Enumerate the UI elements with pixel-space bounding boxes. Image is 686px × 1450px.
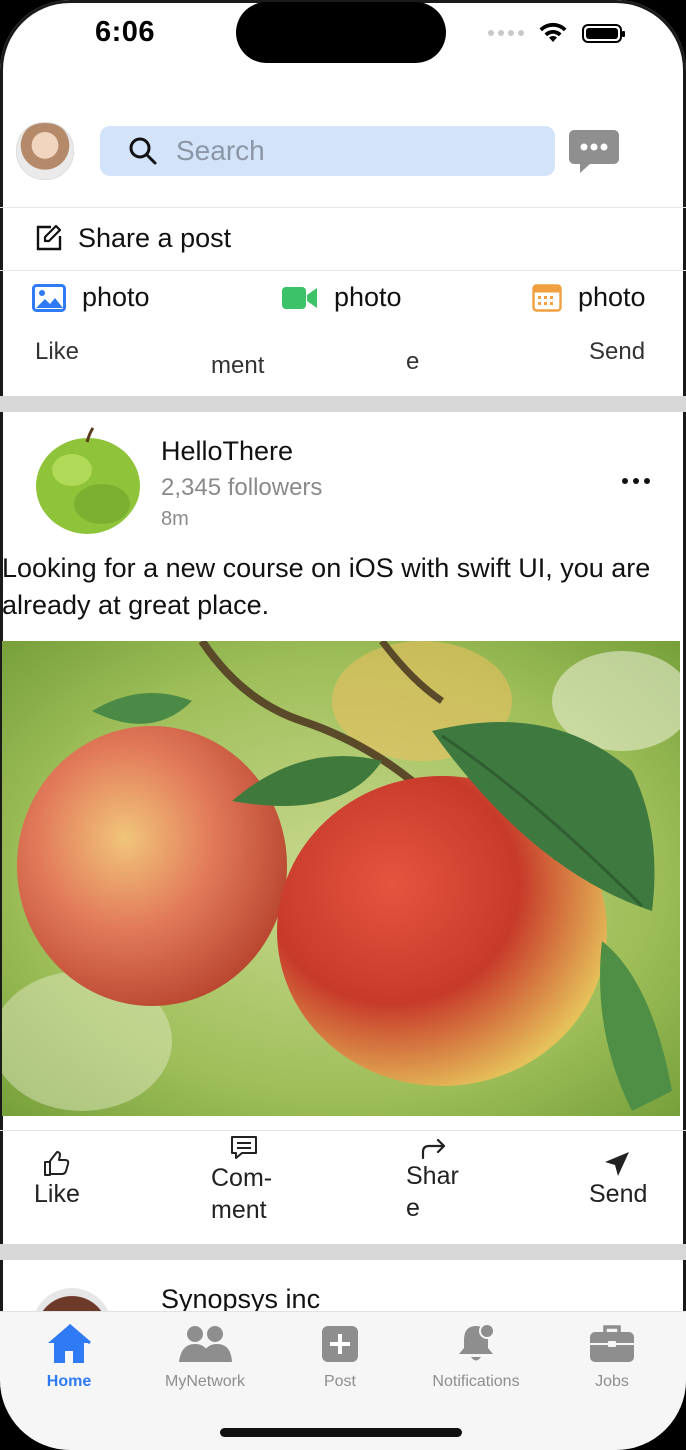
post-text: Looking for a new course on iOS with swi… — [2, 553, 651, 620]
search-icon — [129, 137, 157, 165]
comment-label-line2: ment — [211, 1196, 267, 1224]
comment-label-clipped[interactable]: ment — [211, 352, 264, 380]
top-bar — [0, 120, 686, 186]
post-image[interactable] — [2, 641, 680, 1116]
calendar-icon — [532, 283, 562, 312]
video-option-label: photo — [334, 282, 402, 312]
photo-option-label: photo — [82, 282, 150, 312]
divider — [0, 270, 686, 271]
signal-icon — [488, 30, 524, 36]
dynamic-island — [236, 2, 446, 63]
video-option[interactable]: photo — [282, 282, 402, 313]
send-icon — [605, 1152, 629, 1176]
share-label-line1: Shar — [406, 1162, 459, 1190]
video-icon — [282, 286, 317, 309]
send-button[interactable]: Send — [589, 1150, 647, 1210]
next-author-avatar[interactable] — [32, 1288, 112, 1312]
share-arrow-icon — [421, 1138, 446, 1160]
message-icon[interactable] — [568, 128, 620, 176]
apples-photo — [2, 641, 680, 1116]
post-separator — [0, 1244, 686, 1260]
status-icons — [488, 22, 625, 44]
profile-avatar[interactable] — [16, 122, 74, 180]
send-label: Send — [589, 1180, 648, 1208]
post-separator — [0, 396, 686, 412]
tab-post-label: Post — [323, 1373, 356, 1390]
tab-jobs[interactable]: Jobs — [547, 1322, 677, 1391]
home-icon — [48, 1323, 91, 1363]
tab-notifications-label: Notifications — [432, 1373, 520, 1390]
status-time: 6:06 — [95, 16, 156, 48]
thumbs-up-icon — [44, 1151, 70, 1176]
apple-avatar-image — [32, 424, 142, 534]
like-label: Like — [34, 1180, 80, 1208]
author-followers: 2,345 followers — [161, 474, 323, 501]
comment-label-line1: Com- — [211, 1164, 273, 1192]
tab-notifications[interactable]: Notifications — [411, 1322, 541, 1391]
tab-home[interactable]: Home — [4, 1322, 134, 1391]
post-header: HelloThere 2,345 followers 8m — [0, 424, 686, 544]
phone-screen: 6:06 Share a post — [0, 0, 686, 1450]
tab-mynetwork[interactable]: MyNetwork — [140, 1322, 270, 1391]
send-label-clipped[interactable]: Send — [589, 338, 645, 366]
battery-icon — [582, 23, 625, 43]
share-label-clipped[interactable]: e — [406, 348, 419, 376]
post-actions: Like Com- ment Shar e Send — [0, 1130, 686, 1240]
briefcase-icon — [590, 1325, 634, 1362]
wifi-icon — [539, 22, 567, 42]
tab-home-label: Home — [46, 1373, 92, 1390]
compose-icon — [36, 224, 62, 251]
image-icon — [32, 283, 66, 312]
tab-jobs-label: Jobs — [595, 1373, 629, 1390]
next-author-name[interactable]: Synopsys inc — [161, 1284, 320, 1312]
share-post-label: Share a post — [78, 222, 232, 253]
share-post-button[interactable]: Share a post — [0, 207, 686, 269]
media-options: photo photo photo — [0, 272, 686, 330]
home-indicator[interactable] — [220, 1428, 462, 1437]
bell-icon — [459, 1323, 495, 1361]
plus-square-icon — [322, 1326, 358, 1362]
author-name[interactable]: HelloThere — [161, 436, 293, 467]
share-button[interactable]: Shar e — [406, 1136, 459, 1224]
comment-icon — [231, 1136, 257, 1159]
photo-option[interactable]: photo — [32, 282, 150, 313]
like-label-clipped[interactable]: Like — [35, 338, 79, 366]
event-option-label: photo — [578, 282, 646, 312]
people-icon — [179, 1326, 232, 1362]
next-post-header: Synopsys inc — [0, 1262, 686, 1312]
search-bar[interactable] — [100, 126, 555, 176]
search-input[interactable] — [174, 134, 518, 168]
comment-button[interactable]: Com- ment — [211, 1134, 272, 1226]
event-option[interactable]: photo — [532, 282, 646, 313]
post-timestamp: 8m — [161, 508, 189, 530]
tab-mynetwork-label: MyNetwork — [164, 1373, 245, 1390]
share-label-line2: e — [406, 1194, 420, 1222]
like-button[interactable]: Like — [34, 1150, 80, 1210]
tab-post[interactable]: Post — [275, 1322, 405, 1391]
author-avatar[interactable] — [32, 424, 142, 534]
previous-post-actions: Like ment e Send — [0, 330, 686, 390]
more-options-icon[interactable] — [622, 478, 650, 484]
